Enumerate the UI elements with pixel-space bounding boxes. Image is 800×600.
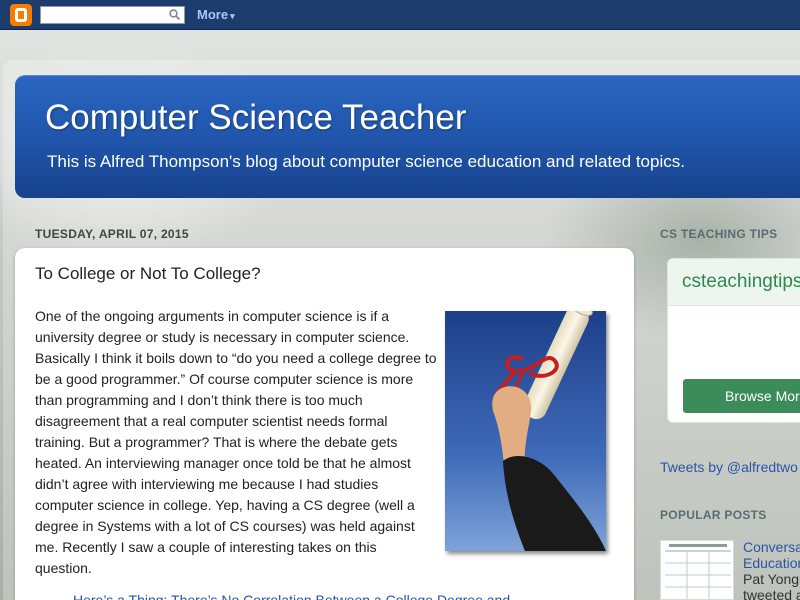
blogger-navbar: More ▾ xyxy=(0,0,800,30)
diploma-image[interactable] xyxy=(445,311,606,551)
tips-widget-title[interactable]: csteachingtips xyxy=(682,271,800,293)
blog-description: This is Alfred Thompson's blog about com… xyxy=(47,152,685,171)
blog-title[interactable]: Computer Science Teacher xyxy=(45,98,467,138)
search-icon[interactable] xyxy=(169,9,180,20)
post-body-text: One of the ongoing arguments in computer… xyxy=(35,308,437,576)
post-card: To College or Not To College? One of the… xyxy=(15,248,634,600)
more-menu-button[interactable]: More ▾ xyxy=(197,7,235,22)
tips-widget-header: csteachingtips xyxy=(668,259,800,306)
popular-post-title-line-2: Education xyxy=(743,555,800,571)
post-link[interactable]: Here’s a Thing: There’s No Correlation B… xyxy=(73,592,510,600)
post-title[interactable]: To College or Not To College? xyxy=(35,264,261,284)
popular-post-thumbnail[interactable] xyxy=(660,540,734,600)
popular-post-snippet-line-1: Pat Yongp xyxy=(743,571,800,587)
tweets-link[interactable]: Tweets by @alfredtwo xyxy=(660,459,798,475)
search-input[interactable] xyxy=(43,8,163,22)
post-date-header: TUESDAY, APRIL 07, 2015 xyxy=(35,227,189,241)
thumbnail-table-graphic xyxy=(665,544,731,599)
popular-post-title[interactable]: Conversa Education xyxy=(743,539,800,571)
diploma-illustration xyxy=(445,311,606,551)
more-label: More xyxy=(197,7,229,22)
popular-post-snippet-line-2: tweeted a xyxy=(743,587,800,600)
blog-header: Computer Science Teacher This is Alfred … xyxy=(15,75,800,198)
popular-post-title-line-1: Conversa xyxy=(743,539,800,555)
search-box xyxy=(40,6,185,24)
browse-more-button[interactable]: Browse More xyxy=(683,379,800,413)
popular-post-snippet: Pat Yongp tweeted a xyxy=(743,571,800,600)
blogger-logo-icon[interactable] xyxy=(10,4,32,26)
cs-teaching-tips-heading: CS TEACHING TIPS xyxy=(660,227,778,241)
chevron-down-icon: ▾ xyxy=(230,11,235,21)
cs-teaching-tips-widget: csteachingtips Browse More xyxy=(667,258,800,423)
popular-posts-heading: POPULAR POSTS xyxy=(660,508,767,522)
